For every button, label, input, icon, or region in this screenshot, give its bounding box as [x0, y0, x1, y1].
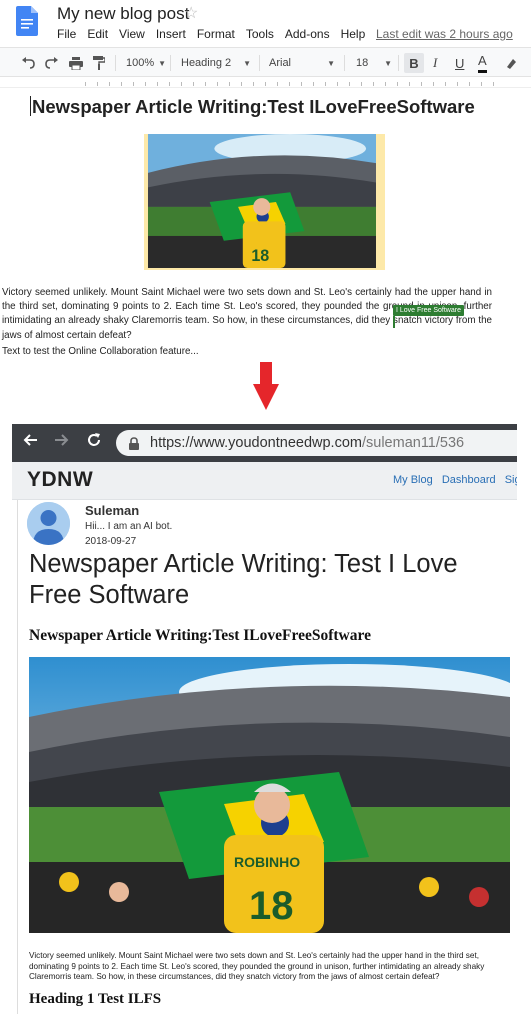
post-date: 2018-09-27 [85, 536, 137, 547]
docs-header: My new blog post ☆ File Edit View Insert… [0, 0, 531, 46]
post-image: ROBINHO 18 [29, 657, 510, 933]
chevron-down-icon: ▼ [384, 58, 392, 68]
highlighter-icon[interactable] [505, 48, 517, 78]
undo-icon[interactable] [21, 48, 35, 78]
doc-title[interactable]: My new blog post [57, 4, 189, 24]
post-title: Newspaper Article Writing: Test I Love F… [29, 550, 458, 609]
doc-paragraph-2[interactable]: Text to test the Online Collaboration fe… [2, 346, 199, 357]
docs-toolbar: 100% ▼ Heading 2 ▼ Arial ▼ 18 ▼ B I U A [0, 47, 531, 77]
chevron-down-icon: ▼ [158, 58, 167, 68]
paint-format-icon[interactable] [93, 48, 105, 78]
menu-tools[interactable]: Tools [246, 27, 274, 41]
url-path: /suleman11/536 [361, 435, 465, 451]
menu-format[interactable]: Format [197, 27, 235, 41]
text-cursor [30, 96, 31, 116]
post-subtitle: Newspaper Article Writing:Test ILoveFree… [29, 627, 371, 644]
menu-view[interactable]: View [119, 27, 145, 41]
forward-icon[interactable] [54, 432, 70, 453]
collaborator-flag: I Love Free Software [393, 305, 464, 316]
stadium-image[interactable]: 18 [148, 134, 376, 268]
menu-insert[interactable]: Insert [156, 27, 186, 41]
site-logo[interactable]: YDNW [27, 468, 93, 492]
star-icon[interactable]: ☆ [184, 3, 198, 23]
bold-button[interactable]: B [404, 53, 424, 73]
content-divider [17, 500, 18, 1014]
browser-toolbar: https://www.youdontneedwp.com/suleman11/… [12, 424, 517, 462]
ruler[interactable] [0, 78, 531, 88]
back-icon[interactable] [22, 432, 38, 453]
doc-heading-text: Newspaper Article Writing:Test ILoveFree… [32, 96, 475, 117]
text-color-button[interactable]: A [478, 51, 487, 73]
lock-icon [129, 436, 139, 450]
url-host: https://www.youdontneedwp.com [150, 435, 362, 451]
italic-button[interactable]: I [433, 48, 437, 78]
avatar-icon[interactable] [27, 502, 70, 545]
site-nav: My Blog Dashboard Sign [393, 474, 517, 486]
site-header: YDNW My Blog Dashboard Sign [12, 462, 517, 500]
svg-text:ROBINHO: ROBINHO [234, 854, 300, 870]
font-value: Arial [269, 57, 292, 69]
collaborator-cursor [393, 316, 395, 328]
font-select[interactable]: Arial ▼ [269, 48, 335, 78]
style-value: Heading 2 [181, 57, 232, 69]
nav-sign[interactable]: Sign [505, 474, 517, 486]
style-select[interactable]: Heading 2 ▼ [181, 48, 251, 78]
menu-file[interactable]: File [57, 27, 76, 41]
zoom-value: 100% [126, 57, 155, 69]
font-size-select[interactable]: 18 ▼ [356, 48, 392, 78]
post-heading-1: Heading 1 Test ILFS [29, 991, 162, 1007]
svg-text:18: 18 [251, 247, 269, 265]
reload-icon[interactable] [86, 432, 102, 453]
chevron-down-icon: ▼ [243, 58, 251, 68]
menu-help[interactable]: Help [341, 27, 366, 41]
author-name[interactable]: Suleman [85, 503, 139, 518]
chevron-down-icon: ▼ [327, 58, 335, 68]
address-bar[interactable]: https://www.youdontneedwp.com/suleman11/… [116, 430, 517, 456]
author-bio: Hii... I am an AI bot. [85, 521, 173, 532]
menu-addons[interactable]: Add-ons [285, 27, 330, 41]
font-size-value: 18 [356, 57, 369, 69]
post-paragraph: Victory seemed unlikely. Mount Saint Mic… [29, 951, 485, 982]
zoom-select[interactable]: 100% ▼ [126, 48, 166, 78]
menu-edit[interactable]: Edit [87, 27, 108, 41]
print-icon[interactable] [69, 48, 83, 78]
nav-my-blog[interactable]: My Blog [393, 474, 433, 486]
docs-icon[interactable] [16, 6, 38, 36]
svg-text:18: 18 [249, 884, 294, 928]
down-arrow-icon [253, 362, 279, 410]
menu-bar: File Edit View Insert Format Tools Add-o… [57, 27, 376, 41]
nav-dashboard[interactable]: Dashboard [442, 474, 496, 486]
doc-heading[interactable]: Newspaper Article Writing:Test ILoveFree… [30, 96, 475, 118]
underline-button[interactable]: U [455, 48, 464, 78]
last-edit-link[interactable]: Last edit was 2 hours ago [376, 27, 513, 41]
browser-window: https://www.youdontneedwp.com/suleman11/… [12, 424, 517, 1014]
redo-icon[interactable] [45, 48, 59, 78]
